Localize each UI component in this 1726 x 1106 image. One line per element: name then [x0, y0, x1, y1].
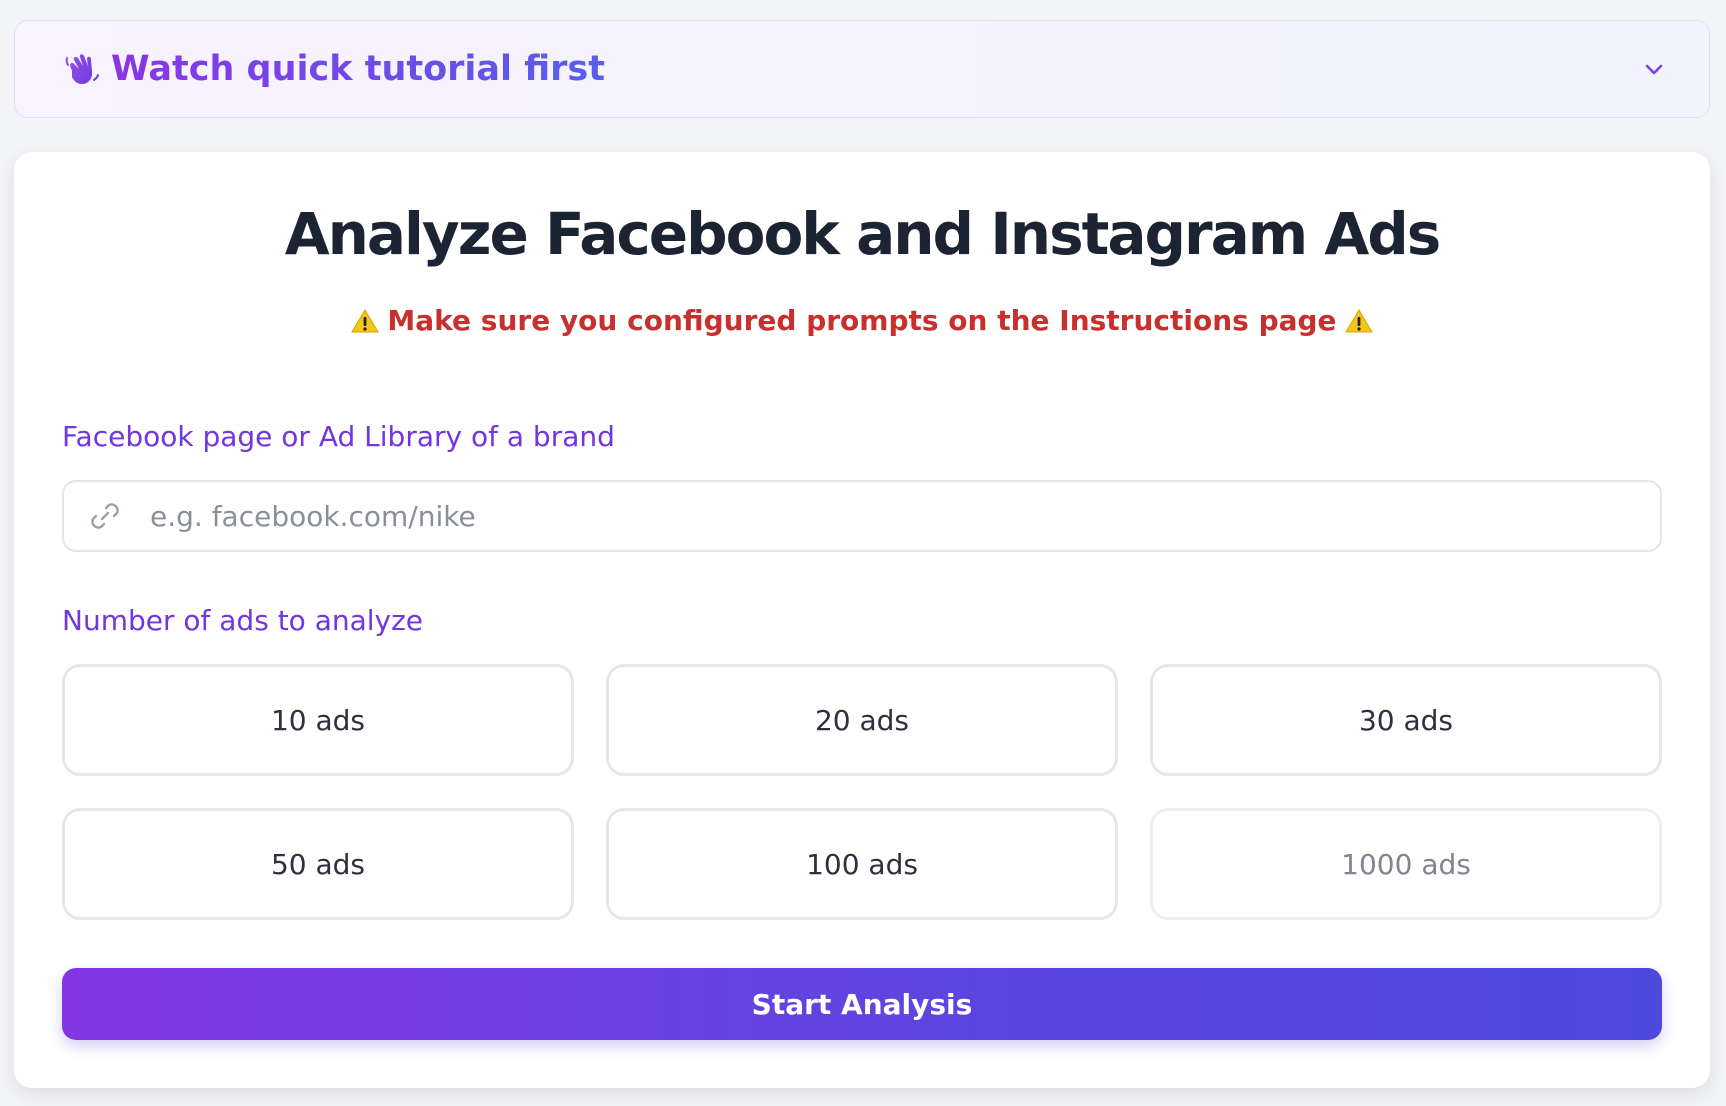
- ads-option-10[interactable]: 10 ads: [62, 664, 574, 776]
- analysis-card: Analyze Facebook and Instagram Ads Make …: [14, 152, 1710, 1088]
- warning-text: Make sure you configured prompts on the …: [387, 304, 1337, 337]
- warning-message: Make sure you configured prompts on the …: [14, 304, 1710, 337]
- ads-count-label: Number of ads to analyze: [62, 604, 424, 637]
- ads-count-options: 10 ads 20 ads 30 ads 50 ads 100 ads 1000…: [62, 664, 1662, 920]
- ads-option-30[interactable]: 30 ads: [1150, 664, 1662, 776]
- ads-option-100[interactable]: 100 ads: [606, 808, 1118, 920]
- ads-option-50[interactable]: 50 ads: [62, 808, 574, 920]
- tutorial-toggle[interactable]: Watch quick tutorial first: [14, 20, 1710, 118]
- start-analysis-button[interactable]: Start Analysis: [62, 968, 1662, 1040]
- ads-option-20[interactable]: 20 ads: [606, 664, 1118, 776]
- waving-hand-icon: [63, 50, 101, 88]
- page-url-field[interactable]: [62, 480, 1662, 552]
- page-url-label: Facebook page or Ad Library of a brand: [62, 420, 615, 453]
- link-icon: [88, 499, 122, 533]
- tutorial-title: Watch quick tutorial first: [111, 49, 605, 89]
- warning-icon: [1344, 308, 1373, 334]
- page-title: Analyze Facebook and Instagram Ads: [284, 200, 1442, 268]
- ads-option-1000[interactable]: 1000 ads: [1150, 808, 1662, 920]
- warning-icon: [351, 308, 380, 334]
- page-url-input[interactable]: [148, 485, 1660, 547]
- chevron-down-icon[interactable]: [1641, 56, 1667, 82]
